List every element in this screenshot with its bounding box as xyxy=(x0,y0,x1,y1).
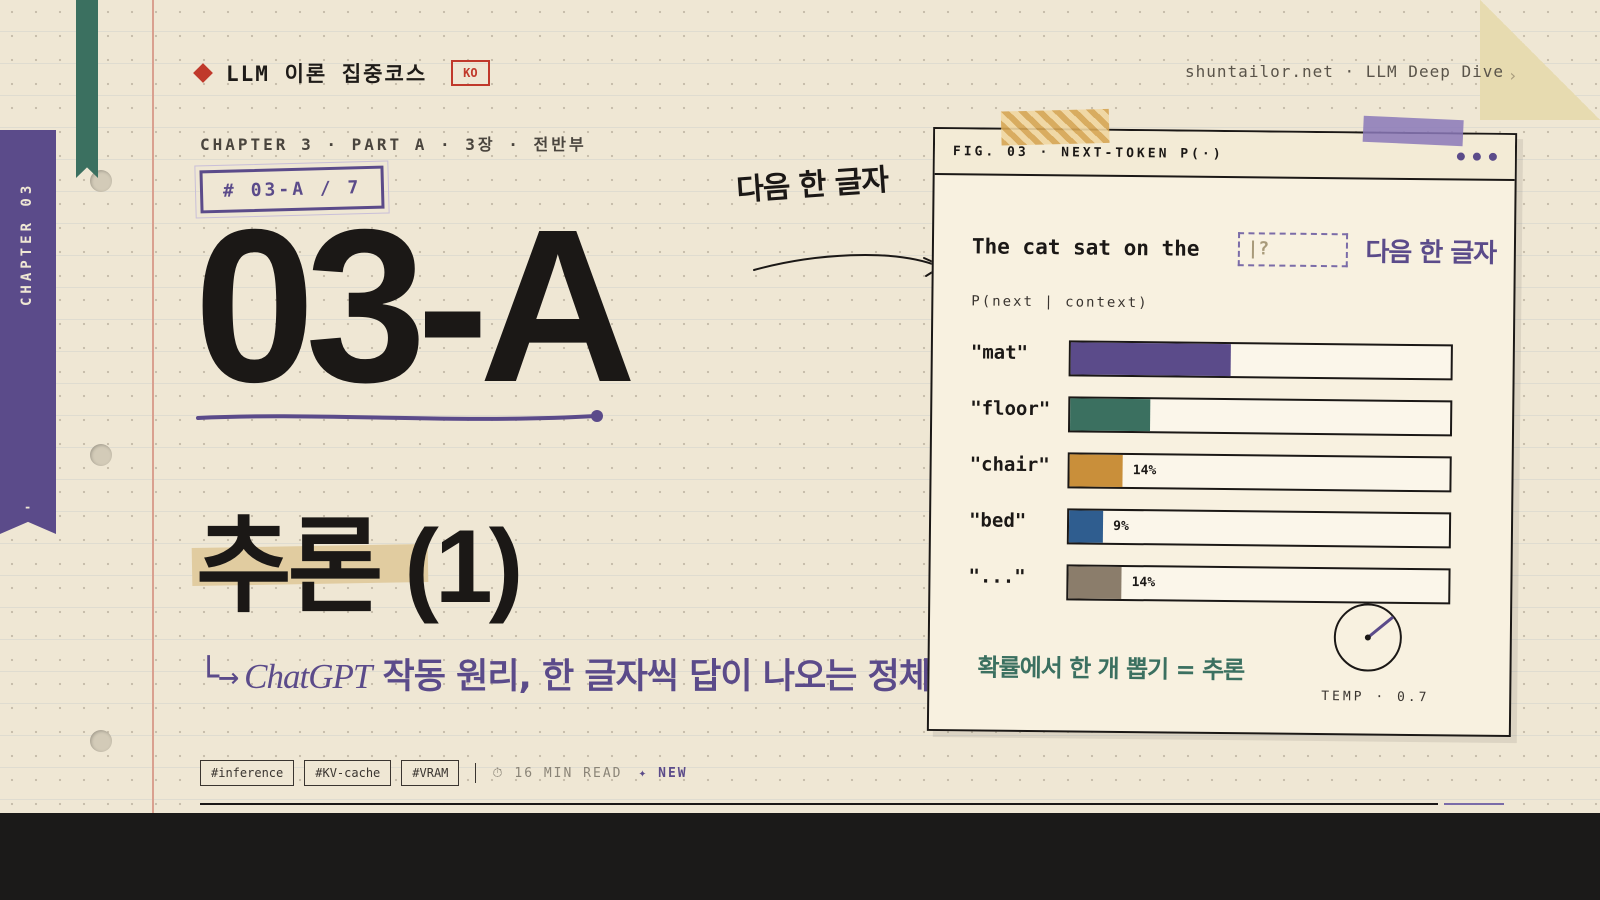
tag-list: #inference #KV-cache #VRAM ⏱ 16 MIN READ… xyxy=(200,760,688,786)
temperature-label: TEMP · 0.7 xyxy=(1321,689,1430,706)
bar-track xyxy=(1068,340,1453,381)
binder-hole xyxy=(90,444,112,466)
page-title: 추론 (1) xyxy=(196,509,523,625)
bar-fill xyxy=(1068,566,1122,599)
probability-label: P(next | context) xyxy=(971,293,1149,312)
bar-track xyxy=(1067,396,1453,437)
bar-fill xyxy=(1070,342,1231,377)
bottom-rule-accent xyxy=(1444,803,1504,805)
hand-underline xyxy=(196,410,603,422)
brand-title: LLM 이론 집중코스 xyxy=(226,62,428,86)
bar-token-label: "chair" xyxy=(969,453,1050,477)
hand-annotation: 다음 한 글자 xyxy=(735,162,890,209)
prompt-text: The cat sat on the xyxy=(971,233,1200,261)
paper-background: CHAPTER 03 - LLM 이론 집중코스 KO shuntailor.n… xyxy=(0,0,1600,813)
read-time: ⏱ 16 MIN READ xyxy=(492,765,623,781)
bar-fill xyxy=(1069,454,1123,487)
figure-title: FIG. 03 · NEXT-TOKEN P(·) xyxy=(952,143,1224,162)
next-token-blank: |? xyxy=(1237,231,1348,267)
bar-row: "mat" xyxy=(970,339,1453,395)
corner-arrow-icon: └→ xyxy=(198,657,239,697)
bar-track: 14% xyxy=(1067,452,1452,493)
bar-value-label: 14% xyxy=(1131,575,1156,591)
bar-token-label: "floor" xyxy=(970,397,1051,421)
tag-kv-cache[interactable]: #KV-cache xyxy=(304,760,392,786)
probability-chart: "mat" "floor" "chair" 14% "bed" 9% "..." 14% xyxy=(968,339,1453,619)
bar-track: 9% xyxy=(1066,508,1452,549)
lesson-code: 03-A xyxy=(194,185,637,428)
tape-decoration xyxy=(1000,108,1110,146)
tag-inference[interactable]: #inference xyxy=(200,760,295,786)
chapter-tab-dash: - xyxy=(24,500,32,514)
page-subtitle: └→ ChatGPT 작동 원리, 한 글자씩 답이 나오는 정체 xyxy=(198,654,938,700)
bar-fill xyxy=(1068,510,1104,543)
diamond-icon xyxy=(193,63,213,83)
bar-value-label: 9% xyxy=(1113,518,1129,535)
subtitle-emphasis: ChatGPT xyxy=(244,657,372,696)
new-badge: ✦ NEW xyxy=(638,765,688,781)
page-corner-fold xyxy=(1480,0,1600,120)
tag-vram[interactable]: #VRAM xyxy=(401,760,460,786)
bar-track: 14% xyxy=(1066,564,1451,605)
binder-hole xyxy=(90,730,112,752)
bar-row: "..." 14% xyxy=(968,563,1451,619)
more-dots-icon[interactable] xyxy=(1456,152,1497,161)
tape-decoration xyxy=(1362,115,1464,147)
subtitle-text: 작동 원리, 한 글자씩 답이 나오는 정체 xyxy=(371,657,931,697)
prompt-note: 다음 한 글자 xyxy=(1365,237,1497,269)
figure-card: FIG. 03 · NEXT-TOKEN P(·) The cat sat on… xyxy=(926,108,1518,738)
margin-line xyxy=(152,0,154,813)
figure-footer: 확률에서 한 개 뽑기 = 추론 xyxy=(977,653,1245,685)
bar-token-label: "..." xyxy=(968,565,1026,588)
language-badge[interactable]: KO xyxy=(451,60,490,86)
bar-row: "chair" 14% xyxy=(969,451,1452,507)
divider xyxy=(475,763,477,783)
chevron-right-icon: › xyxy=(1509,66,1516,85)
bar-row: "bed" 9% xyxy=(969,507,1452,563)
bar-fill xyxy=(1070,398,1151,432)
chapter-tab-label: CHAPTER 03 xyxy=(19,181,35,306)
bookmark-ribbon xyxy=(76,0,98,178)
site-link[interactable]: shuntailor.net · LLM Deep Dive xyxy=(1185,62,1504,81)
bar-token-label: "mat" xyxy=(970,341,1029,364)
brand[interactable]: LLM 이론 집중코스 KO xyxy=(193,58,490,88)
bar-row: "floor" xyxy=(970,395,1453,451)
chapter-kicker: CHAPTER 3 · PART A · 3장 · 전반부 xyxy=(200,135,587,154)
bar-value-label: 14% xyxy=(1132,463,1157,479)
prompt-row: The cat sat on the |? 다음 한 글자 xyxy=(972,227,1497,269)
hand-arrow-icon xyxy=(753,253,943,277)
bottom-rule xyxy=(200,803,1438,805)
temperature-gauge-icon xyxy=(1333,603,1402,672)
bar-token-label: "bed" xyxy=(968,509,1027,532)
